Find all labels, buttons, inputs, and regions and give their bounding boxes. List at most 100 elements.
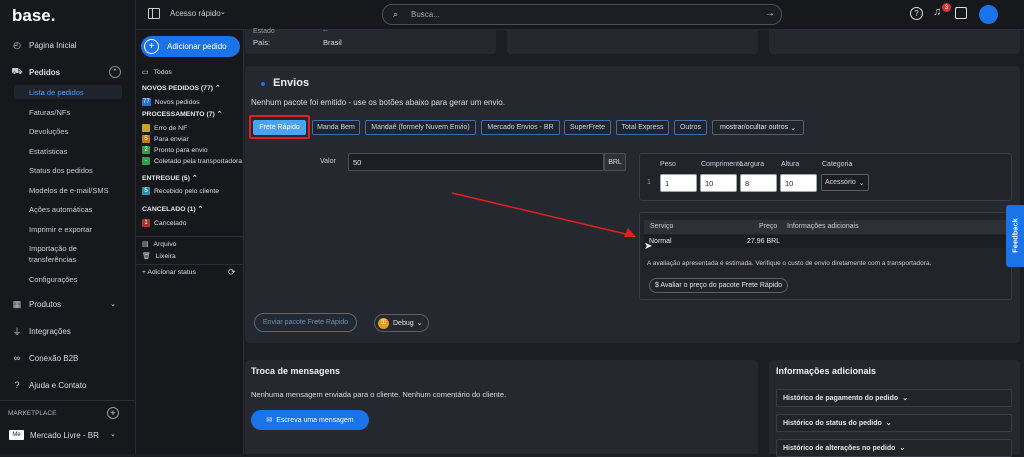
chevron-down-icon: ⌄	[790, 124, 796, 132]
status-para-enviar[interactable]: 5 Para enviar	[142, 135, 189, 143]
sub-lista-pedidos[interactable]: Lista de pedidos	[29, 88, 84, 97]
status-erro-nf[interactable]: Erro de NF	[142, 124, 187, 132]
peso-input[interactable]: 1	[660, 174, 697, 192]
bell-icon[interactable]: ♫	[933, 6, 941, 18]
cart-icon: ⛟	[11, 66, 23, 76]
messages-empty: Nenhuma mensagem enviada para o cliente.…	[251, 390, 507, 399]
search-input[interactable]: Busca...	[411, 10, 440, 19]
messages-title: Troca de mensagens	[251, 366, 341, 376]
search-box[interactable]: ⌕ Busca... →	[382, 4, 782, 25]
sub-importacao[interactable]: Importação de	[29, 244, 77, 253]
table-row[interactable]	[644, 235, 1006, 248]
carrier-superfrete[interactable]: SuperFrete	[564, 120, 611, 135]
status-novos[interactable]: 77 Novos pedidos	[142, 98, 200, 106]
dashboard-icon: ◴	[13, 39, 21, 50]
quick-access[interactable]: Acesso rápido	[170, 9, 221, 18]
add-order-button[interactable]: + Adicionar pedido	[141, 36, 240, 57]
carrier-frete-rapido[interactable]: Frete Rápido	[253, 120, 306, 135]
carrier-manda-bem[interactable]: Manda Bem	[312, 120, 360, 135]
main-sidebar: base. ◴ Página Inicial ⛟ Pedidos ⌃ Lista d…	[0, 0, 136, 454]
key-icon: ⚿	[378, 317, 389, 329]
sidebar-item-integracoes[interactable]: ⏚ Integrações	[0, 322, 136, 340]
accordion-payment-history[interactable]: Histórico de pagamento do pedido ⌄	[776, 389, 1012, 407]
group-processamento[interactable]: PROCESSAMENTO (7) ⌃	[142, 110, 222, 118]
divider	[136, 264, 244, 265]
pais-label: País:	[253, 38, 271, 47]
store-icon[interactable]	[955, 7, 967, 19]
sub-estatisticas[interactable]: Estatísticas	[29, 147, 67, 156]
help-icon[interactable]: ?	[910, 7, 923, 20]
comprimento-input[interactable]: 10	[700, 174, 737, 192]
estado-label: Estado	[253, 28, 275, 35]
marketplace-item[interactable]: Mercado Livre - BR	[30, 431, 99, 440]
divider	[136, 236, 244, 237]
sub-acoes[interactable]: Ações automáticas	[29, 205, 92, 214]
top-bar: Acesso rápido ⌄ ⌕ Busca... → ? ♫ 3	[136, 0, 1024, 30]
section-dot	[261, 82, 265, 86]
add-marketplace-icon[interactable]: +	[107, 407, 119, 419]
col-altura: Altura	[781, 161, 800, 168]
sub-transferencias[interactable]: transferências	[29, 255, 76, 264]
info-card-2	[769, 30, 1020, 54]
col-categoria: Categoria	[822, 161, 853, 168]
info-title: Informações adicionais	[776, 366, 877, 376]
envios-title: Envios	[273, 77, 310, 89]
refresh-icon[interactable]: ⟳	[228, 267, 236, 278]
status-cancelado[interactable]: 1 Cancelado	[142, 219, 187, 227]
carrier-total-express[interactable]: Total Express	[616, 120, 669, 135]
group-entregue[interactable]: ENTREGUE (5) ⌃	[142, 174, 198, 182]
status-coletado[interactable]: - Coletado pela transportadora	[142, 157, 242, 165]
largura-input[interactable]: 8	[740, 174, 777, 192]
chevron-down-icon: ⌄	[899, 445, 906, 452]
sidebar-item-produtos[interactable]: ▦ Produtos ⌄	[0, 295, 136, 313]
plus-icon: +	[144, 39, 159, 54]
valor-input[interactable]: 50	[348, 153, 604, 171]
filter-all[interactable]: ▭ Todos	[142, 68, 172, 77]
avatar[interactable]	[979, 5, 998, 24]
services-table: Serviço Preço Informações adicionais Nor…	[639, 212, 1012, 300]
sidebar-item-home[interactable]: ◴ Página Inicial	[0, 36, 136, 54]
group-novos[interactable]: NOVOS PEDIDOS (77) ⌃	[142, 84, 221, 92]
sub-faturas[interactable]: Faturas/NFs	[29, 108, 70, 117]
col-largura: Largura	[740, 161, 765, 168]
trash-icon: 🗑	[142, 253, 151, 260]
accordion-changes-history[interactable]: Histórico de alterações no pedido ⌄	[776, 439, 1012, 457]
filter-arquivo[interactable]: ▤ Arquivo	[142, 240, 176, 249]
sub-modelos[interactable]: Modelos de e-mail/SMS	[29, 186, 109, 195]
layout-icon[interactable]	[148, 8, 160, 19]
chevron-down-icon: ⌄	[416, 320, 423, 327]
col-peso: Peso	[660, 161, 676, 168]
status-panel: + Adicionar pedido ▭ Todos NOVOS PEDIDOS …	[136, 30, 244, 454]
sidebar-item-ajuda[interactable]: ? Ajuda e Contato	[0, 376, 136, 394]
carrier-mercado-envios[interactable]: Mercado Envios - BR	[481, 120, 560, 135]
divider	[0, 400, 136, 401]
carrier-mandae[interactable]: Mandaê (formely Nuvem Envio)	[365, 120, 476, 135]
status-pronto[interactable]: 2 Pronto para envio	[142, 146, 208, 154]
arrow-right-icon[interactable]: →	[765, 8, 775, 19]
add-status-link[interactable]: + Adicionar status	[142, 269, 196, 276]
evaluate-price-button[interactable]: $ Avaliar o preço do pacote Frete Rápido	[649, 278, 788, 293]
accordion-status-history[interactable]: Histórico do status do pedido ⌄	[776, 414, 1012, 432]
sub-devolucoes[interactable]: Devoluções	[29, 127, 68, 136]
filter-lixeira[interactable]: 🗑 Lixeira	[142, 252, 176, 261]
sub-imprimir[interactable]: Imprimir e exportar	[29, 225, 92, 234]
sidebar-item-b2b[interactable]: ∞ Conexão B2B	[0, 349, 136, 367]
notification-badge: 3	[942, 3, 951, 12]
sub-status[interactable]: Status dos pedidos	[29, 166, 93, 175]
send-package-button[interactable]: Enviar pacote Frete Rápido	[254, 313, 357, 332]
status-recebido[interactable]: 5 Recebido pelo cliente	[142, 187, 219, 195]
altura-input[interactable]: 10	[780, 174, 817, 192]
mercadolivre-icon: Me	[9, 430, 24, 440]
sidebar-item-pedidos[interactable]: ⛟ Pedidos ⌃	[0, 63, 136, 81]
write-message-button[interactable]: ✉ Escreva uma mensagem	[251, 410, 369, 430]
debug-button[interactable]: ⚿ Debug ⌄	[374, 314, 429, 332]
carrier-outros[interactable]: Outros	[674, 120, 707, 135]
collapse-icon[interactable]: ⌃	[109, 66, 121, 78]
toggle-others-button[interactable]: mostrar/ocultar outros ⌄	[712, 120, 804, 135]
col-info: Informações adicionais	[787, 223, 859, 230]
categoria-select[interactable]: Acessório ⌄	[821, 174, 869, 191]
feedback-tab[interactable]: Feedback	[1006, 205, 1024, 267]
sub-configuracoes[interactable]: Configurações	[29, 275, 77, 284]
group-cancelado[interactable]: CANCELADO (1) ⌃	[142, 205, 203, 213]
pais-value: Brasil	[323, 38, 342, 47]
